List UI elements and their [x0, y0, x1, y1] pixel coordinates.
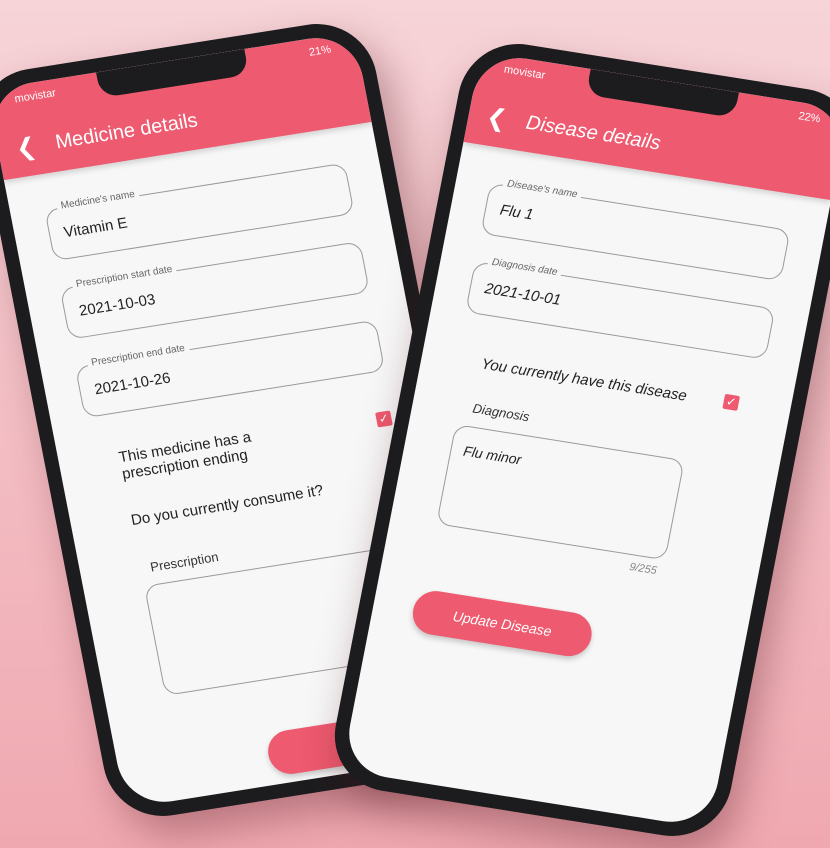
app-bar: movistar 22% ❮ Disease details — [463, 51, 830, 201]
prescription-start-date-field[interactable]: Prescription start date 2021-10-03 — [59, 241, 370, 340]
field-value: Vitamin E — [62, 214, 129, 242]
app-bar: movistar 21% ❮ Medicine details — [0, 31, 372, 181]
chevron-left-icon[interactable]: ❮ — [484, 104, 509, 134]
field-value: Flu 1 — [498, 201, 535, 224]
current-disease-checkbox[interactable]: ✓ — [722, 393, 741, 411]
field-value: 2021-10-03 — [77, 291, 157, 320]
prescription-end-date-field[interactable]: Prescription end date 2021-10-26 — [74, 319, 386, 419]
field-label: Medicine's name — [55, 188, 140, 213]
checkbox-label: This medicine has a prescription ending — [117, 428, 253, 483]
update-disease-button[interactable]: Update Disease — [409, 587, 596, 660]
carrier-label: movistar — [502, 63, 547, 82]
checkbox-label: Do you currently consume it? — [129, 481, 325, 530]
field-label: Diagnosis date — [487, 256, 563, 279]
chevron-left-icon[interactable]: ❮ — [14, 133, 39, 163]
battery-label: 21% — [308, 43, 333, 59]
diagnosis-value: Flu minor — [462, 442, 523, 468]
right-phone-screen: movistar 22% ❮ Disease details Disease's… — [341, 51, 830, 829]
field-value: 2021-10-01 — [483, 280, 563, 309]
medicine-name-field[interactable]: Medicine's name Vitamin E — [44, 162, 355, 262]
checkbox-label: You currently have this disease — [479, 355, 689, 405]
field-value: 2021-10-26 — [92, 369, 173, 399]
consume-row: Do you currently consume it? — [130, 468, 412, 529]
field-label: Disease's name — [502, 177, 583, 201]
prescription-ending-checkbox[interactable]: ✓ — [375, 410, 393, 428]
carrier-label: movistar — [13, 87, 57, 106]
prescription-label: Prescription — [149, 549, 220, 575]
field-label: Prescription start date — [71, 263, 178, 291]
prescription-ending-row: This medicine has a prescription ending — [117, 418, 321, 483]
diagnosis-date-field[interactable]: Diagnosis date 2021-10-01 — [465, 256, 776, 360]
page-title: Disease details — [524, 111, 663, 155]
field-label: Prescription end date — [86, 342, 190, 370]
diagnosis-textarea[interactable]: Flu minor — [436, 423, 685, 561]
character-counter: 9/255 — [628, 560, 658, 578]
current-disease-row: You currently have this disease — [480, 355, 762, 416]
right-phone: movistar 22% ❮ Disease details Disease's… — [324, 35, 830, 845]
battery-label: 22% — [797, 110, 822, 126]
diagnosis-label: Diagnosis — [471, 400, 531, 425]
page-title: Medicine details — [53, 109, 200, 154]
